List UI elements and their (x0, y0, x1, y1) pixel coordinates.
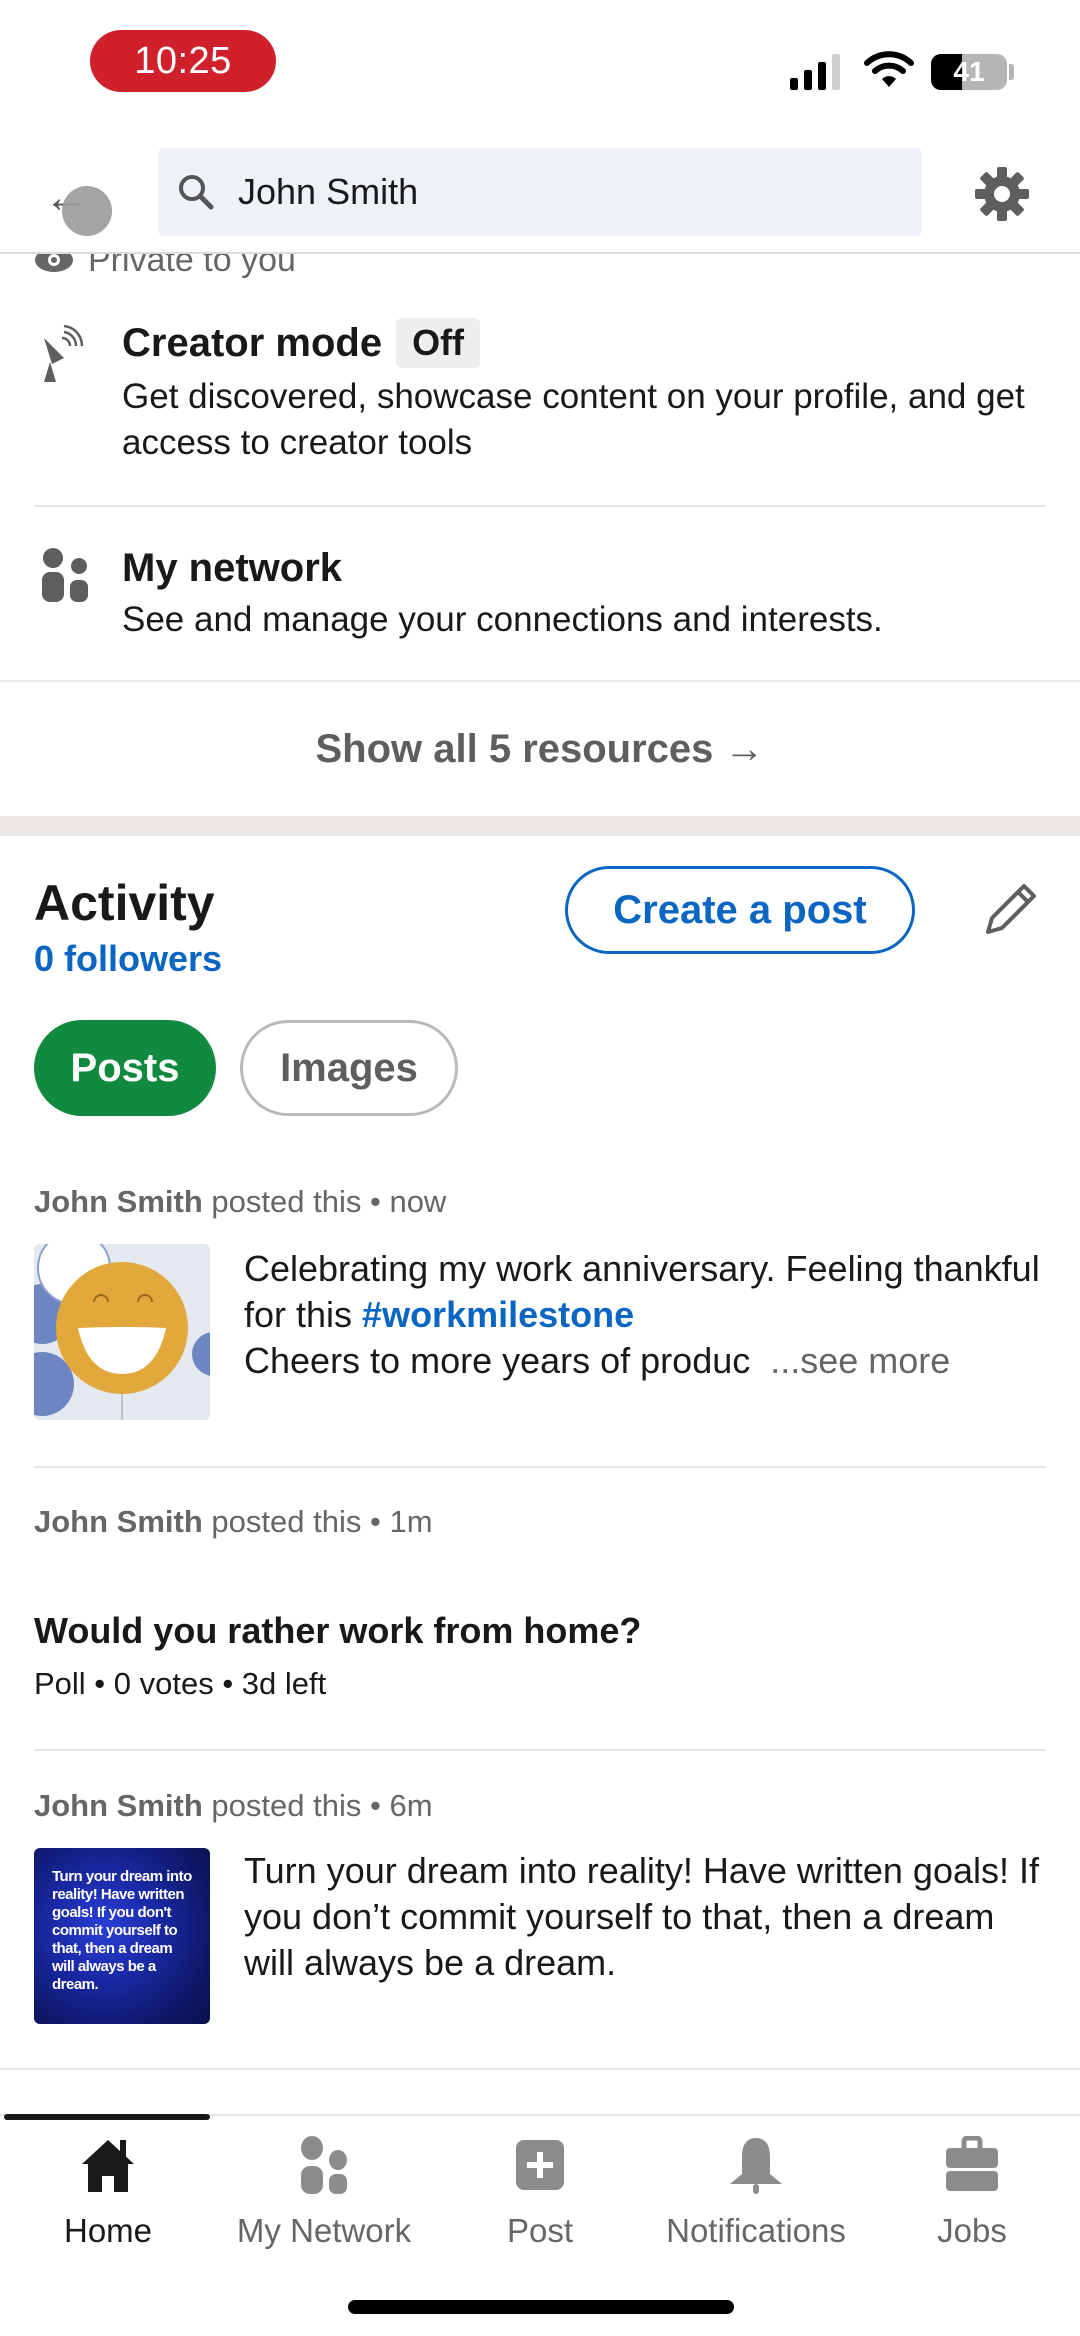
my-network-icon (301, 2136, 347, 2194)
resource-creator-mode[interactable]: Creator mode Off Get discovered, showcas… (0, 318, 1080, 508)
creator-mode-description: Get discovered, showcase content on your… (122, 377, 1025, 462)
briefcase-icon (946, 2136, 998, 2191)
post-meta: John Smith posted this • now (34, 1184, 446, 1220)
post-time: 6m (389, 1788, 433, 1823)
my-network-title: My network (122, 546, 343, 590)
home-icon (82, 2140, 134, 2192)
post-body: Turn your dream into reality! Have writt… (244, 1850, 1039, 1983)
settings-button[interactable] (968, 160, 1036, 228)
activity-post[interactable]: John Smith posted this • 1m Would you ra… (0, 1500, 1080, 1750)
search-value: John Smith (238, 171, 419, 212)
home-indicator[interactable] (348, 2300, 734, 2314)
divider (34, 1749, 1046, 1751)
status-bar: 10:25 41 (0, 0, 1080, 130)
search-icon (179, 175, 214, 210)
nav-label: Jobs (937, 2212, 1007, 2249)
filter-images-chip[interactable]: Images (240, 1020, 458, 1116)
followers-link[interactable]: 0 followers (34, 938, 222, 980)
post-time: 1m (389, 1504, 433, 1539)
nav-jobs[interactable]: Jobs (864, 2130, 1080, 2250)
resource-my-network[interactable]: My network See and manage your connectio… (0, 540, 1080, 670)
divider (0, 2068, 1080, 2070)
bell-icon (730, 2138, 782, 2194)
see-more-link[interactable]: ...see more (770, 1340, 950, 1381)
post-action: posted this (211, 1504, 362, 1539)
smiley-balloon-image (34, 1244, 210, 1420)
post-meta: John Smith posted this • 6m (34, 1788, 433, 1824)
my-network-icon (42, 548, 88, 602)
nav-label: My Network (236, 2212, 412, 2249)
create-post-button[interactable]: Create a post (565, 866, 915, 954)
gear-icon (975, 167, 1029, 221)
battery-percent: 41 (953, 56, 985, 87)
touch-indicator (62, 186, 112, 236)
activity-post[interactable]: John Smith posted this • 6m Turn your dr… (0, 1784, 1080, 2074)
creator-mode-icon (44, 324, 84, 382)
quote-image: Turn your dream into reality! Have writt… (34, 1848, 210, 2024)
nav-label: Post (506, 2212, 574, 2249)
poll-info: Poll • 0 votes • 3d left (34, 1666, 327, 1701)
meta-separator: • (369, 1788, 381, 1823)
post-text: Celebrating my work anniversary. Feeling… (244, 1246, 1050, 1384)
post-action: posted this (211, 1184, 362, 1219)
meta-separator: • (369, 1184, 381, 1219)
post-author: John Smith (34, 1788, 203, 1823)
divider (34, 1466, 1046, 1468)
status-time[interactable]: 10:25 (90, 30, 276, 92)
top-nav: ← John Smith (0, 130, 1080, 254)
cellular-signal-icon (790, 54, 844, 90)
nav-home[interactable]: Home (0, 2130, 216, 2250)
activity-post[interactable]: John Smith posted this • now Celebrating… (0, 1180, 1080, 1470)
my-network-description: See and manage your connections and inte… (122, 600, 883, 639)
post-time: now (389, 1184, 447, 1219)
edit-activity-button[interactable] (980, 880, 1040, 940)
meta-separator: • (369, 1504, 381, 1539)
filter-posts-chip[interactable]: Posts (34, 1020, 216, 1116)
battery-icon: 41 (931, 54, 1007, 90)
nav-post[interactable]: Post (432, 2130, 648, 2250)
wifi-icon (864, 51, 914, 87)
nav-notifications[interactable]: Notifications (648, 2130, 864, 2250)
active-tab-indicator (4, 2114, 210, 2120)
hashtag-link[interactable]: #workmilestone (362, 1294, 634, 1335)
post-plus-icon (516, 2140, 564, 2190)
post-thumbnail[interactable] (34, 1244, 210, 1420)
show-all-resources-button[interactable]: Show all 5 resources → (0, 680, 1080, 816)
poll-question: Would you rather work from home? (34, 1610, 642, 1651)
back-button[interactable]: ← (40, 160, 120, 236)
divider (34, 505, 1046, 507)
creator-mode-status-badge: Off (396, 318, 481, 368)
post-action: posted this (211, 1788, 362, 1823)
nav-label: Home (63, 2212, 153, 2249)
post-thumbnail[interactable]: Turn your dream into reality! Have writt… (34, 1848, 210, 2024)
post-author: John Smith (34, 1184, 203, 1219)
post-body-continued: Cheers to more years of produc (244, 1340, 751, 1381)
search-input[interactable]: John Smith (158, 148, 922, 236)
nav-label: Notifications (666, 2212, 846, 2249)
post-author: John Smith (34, 1504, 203, 1539)
section-divider (0, 816, 1080, 836)
nav-my-network[interactable]: My Network (216, 2130, 432, 2250)
post-meta: John Smith posted this • 1m (34, 1504, 433, 1540)
activity-title: Activity (34, 875, 215, 931)
battery-cap (1009, 64, 1014, 80)
pencil-icon (986, 884, 1036, 934)
creator-mode-title: Creator mode (122, 320, 383, 365)
